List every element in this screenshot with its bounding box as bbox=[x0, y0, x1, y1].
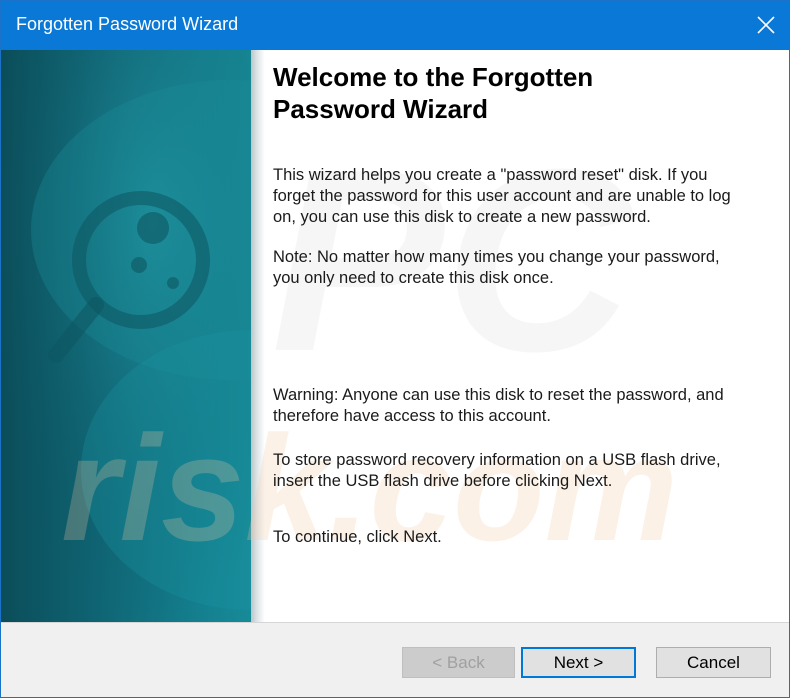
sidebar-decoration bbox=[1, 50, 251, 622]
wizard-sidebar-graphic bbox=[1, 50, 251, 622]
note-text: Note: No matter how many times you chang… bbox=[273, 248, 720, 287]
next-button[interactable]: Next > bbox=[521, 647, 636, 678]
close-button[interactable] bbox=[743, 1, 789, 50]
wizard-content: Welcome to the Forgotten Password Wizard… bbox=[273, 61, 773, 621]
cancel-button[interactable]: Cancel bbox=[656, 647, 771, 678]
page-title: Welcome to the Forgotten Password Wizard bbox=[273, 62, 594, 124]
window-title: Forgotten Password Wizard bbox=[16, 14, 239, 34]
warning-text: Warning: Anyone can use this disk to res… bbox=[273, 386, 724, 425]
back-button[interactable]: < Back bbox=[402, 647, 515, 678]
close-icon bbox=[757, 16, 775, 34]
sidebar-divider bbox=[251, 50, 265, 622]
usb-text: To store password recovery information o… bbox=[273, 451, 721, 490]
title-bar: Forgotten Password Wizard bbox=[1, 1, 789, 50]
intro-text: This wizard helps you create a "password… bbox=[273, 166, 731, 226]
button-bar: < Back Next > Cancel bbox=[1, 622, 789, 697]
wizard-window: Forgotten Password Wizard PC risk.com We… bbox=[0, 0, 790, 698]
continue-text: To continue, click Next. bbox=[273, 528, 442, 546]
